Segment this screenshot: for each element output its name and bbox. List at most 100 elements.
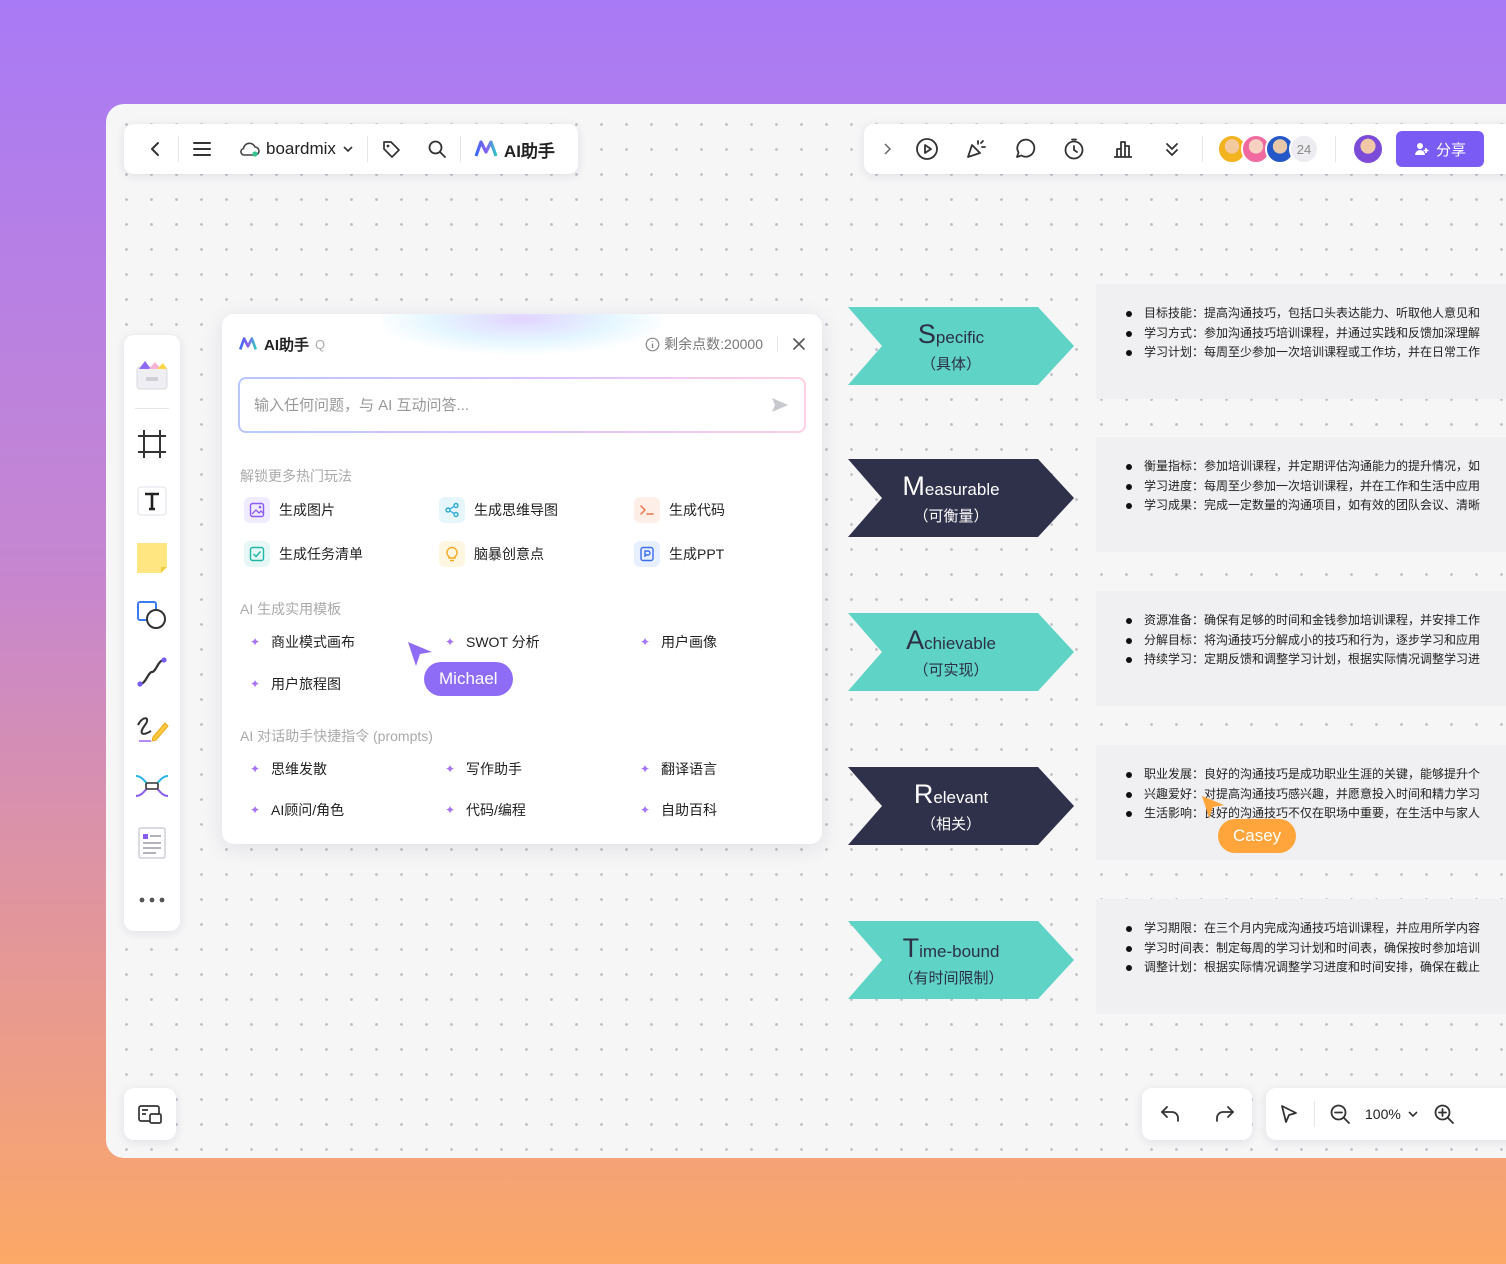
timer-button[interactable] <box>1049 124 1098 174</box>
smart-specific-details[interactable]: 目标技能：提高沟通技巧，包括口头表达能力、听取他人意见和 学习方式：参加沟通技巧… <box>1096 284 1506 399</box>
template-tool[interactable] <box>124 345 180 402</box>
chevron-right-icon <box>881 142 893 156</box>
detail-bullet: 学习时间表：制定每周的学习计划和时间表，确保按时参加培训 <box>1126 939 1506 959</box>
chevron-title-rest: easurable <box>924 480 1000 499</box>
smart-achievable-details[interactable]: 资源准备：确保有足够的时间和金钱参加培训课程，并安排工作 分解目标：将沟通技巧分… <box>1096 591 1506 706</box>
zoom-level[interactable]: 100% <box>1365 1106 1401 1122</box>
pointer-icon[interactable] <box>1278 1103 1300 1125</box>
share-button[interactable]: 分享 <box>1396 131 1485 167</box>
zoom-controls: 100% <box>1266 1088 1506 1140</box>
template-option[interactable]: ✦ SWOT 分析 <box>443 632 540 652</box>
back-button[interactable] <box>134 124 178 174</box>
detail-bullet: 学习计划：每周至少参加一次培训课程或工作坊，并在日常工作 <box>1126 343 1506 363</box>
template-option[interactable]: ✦ 用户画像 <box>638 632 717 652</box>
sticky-note-tool[interactable] <box>124 529 180 586</box>
more-tools-button[interactable] <box>1147 124 1196 174</box>
expand-toolbar-button[interactable] <box>872 124 902 174</box>
smart-specific-chevron[interactable]: Specific （具体） <box>848 307 1074 385</box>
share-nodes-icon <box>439 497 465 523</box>
collaborator-avatars[interactable]: 24 <box>1217 134 1319 164</box>
tool-palette <box>124 335 180 931</box>
template-option[interactable]: ✦ 用户旅程图 <box>248 674 341 694</box>
template-option[interactable]: ✦ 商业模式画布 <box>248 632 355 652</box>
prompt-option[interactable]: ✦ 翻译语言 <box>638 759 717 779</box>
mindmap-tool[interactable] <box>124 757 180 814</box>
smart-measurable-chevron[interactable]: Measurable （可衡量） <box>848 459 1074 537</box>
generate-task-list-option[interactable]: 生成任务清单 <box>244 541 363 567</box>
ai-assistant-button[interactable]: AI助手 <box>461 124 568 174</box>
chevron-initial: R <box>913 779 934 809</box>
terminal-icon <box>634 497 660 523</box>
option-label: AI顾问/角色 <box>271 802 345 818</box>
smart-relevant-chevron[interactable]: Relevant （相关） <box>848 767 1074 845</box>
connector-tool[interactable] <box>124 643 180 700</box>
ai-dialog-title: AI助手 <box>264 336 310 354</box>
option-label: 用户旅程图 <box>271 676 341 692</box>
prompt-option[interactable]: ✦ 思维发散 <box>248 759 327 779</box>
frame-tool[interactable] <box>124 415 180 472</box>
close-icon[interactable] <box>792 337 806 351</box>
option-label: 生成PPT <box>669 546 725 562</box>
window-frame: boardmix AI助手 24 分享 100% AI助手 Q 剩余点数:200… <box>0 0 1506 1264</box>
pen-tool[interactable] <box>124 700 180 757</box>
smart-timebound-chevron[interactable]: Time-bound （有时间限制） <box>848 921 1074 999</box>
detail-bullet: 衡量指标：参加培训课程，并定期评估沟通能力的提升情况，如 <box>1126 457 1506 477</box>
minimap-icon <box>138 1104 162 1124</box>
history-controls <box>1142 1088 1252 1140</box>
brainstorm-option[interactable]: 脑暴创意点 <box>439 541 544 567</box>
divider <box>1202 136 1203 162</box>
generate-mindmap-option[interactable]: 生成思维导图 <box>439 497 558 523</box>
smart-achievable-chevron[interactable]: Achievable （可实现） <box>848 613 1074 691</box>
pen-icon <box>135 713 169 745</box>
sparkle-icon: ✦ <box>639 803 651 817</box>
chevron-down-icon[interactable] <box>1407 1108 1419 1120</box>
prompt-option[interactable]: ✦ 代码/编程 <box>443 800 526 820</box>
vote-button[interactable] <box>1098 124 1147 174</box>
user-avatar[interactable] <box>1352 133 1384 165</box>
minimap-button[interactable] <box>124 1088 176 1140</box>
option-label: 自助百科 <box>661 802 717 818</box>
tag-button[interactable] <box>368 124 414 174</box>
zoom-in-icon[interactable] <box>1433 1103 1455 1125</box>
detail-bullet: 分解目标：将沟通技巧分解成小的技巧和行为，逐步学习和应用 <box>1126 631 1506 651</box>
prompt-option[interactable]: ✦ 写作助手 <box>443 759 522 779</box>
sparkle-icon: ✦ <box>444 803 456 817</box>
shape-tool[interactable] <box>124 586 180 643</box>
more-tools-button[interactable] <box>124 871 180 928</box>
generate-code-option[interactable]: 生成代码 <box>634 497 725 523</box>
smart-relevant-details[interactable]: 职业发展：良好的沟通技巧是成功职业生涯的关键，能够提升个 兴趣爱好：对提高沟通技… <box>1096 745 1506 860</box>
ai-logo-icon <box>474 140 498 158</box>
generate-ppt-option[interactable]: 生成PPT <box>634 541 724 567</box>
share-label: 分享 <box>1436 141 1467 159</box>
whiteboard-canvas[interactable]: boardmix AI助手 24 分享 100% AI助手 Q 剩余点数:200… <box>106 104 1506 1158</box>
sparkle-icon: ✦ <box>249 803 261 817</box>
text-icon <box>137 486 167 516</box>
menu-button[interactable] <box>179 124 225 174</box>
smart-timebound-details[interactable]: 学习期限：在三个月内完成沟通技巧培训课程，并应用所学内容 学习时间表：制定每周的… <box>1096 899 1506 1014</box>
brand-dropdown[interactable]: boardmix <box>225 124 367 174</box>
search-button[interactable] <box>414 124 460 174</box>
chevron-down-icon <box>342 143 354 155</box>
present-button[interactable] <box>902 124 951 174</box>
prompt-option[interactable]: ✦ AI顾问/角色 <box>248 800 344 820</box>
option-label: 生成任务清单 <box>279 546 363 562</box>
detail-bullet: 学习进度：每周至少参加一次培训课程，并在工作和生活中应用 <box>1126 477 1506 497</box>
ai-question-input[interactable] <box>254 396 770 414</box>
send-icon[interactable] <box>770 395 790 415</box>
generate-image-option[interactable]: 生成图片 <box>244 497 335 523</box>
undo-icon[interactable] <box>1159 1104 1181 1124</box>
table-tool[interactable] <box>124 814 180 871</box>
redo-icon[interactable] <box>1214 1104 1236 1124</box>
text-tool[interactable] <box>124 472 180 529</box>
smart-measurable-details[interactable]: 衡量指标：参加培训课程，并定期评估沟通能力的提升情况，如 学习进度：每周至少参加… <box>1096 437 1506 552</box>
chevron-title-rest: chievable <box>924 634 996 653</box>
prompt-option[interactable]: ✦ 自助百科 <box>638 800 717 820</box>
celebrate-button[interactable] <box>951 124 1000 174</box>
divider <box>1335 136 1336 162</box>
zoom-out-icon[interactable] <box>1329 1103 1351 1125</box>
comment-button[interactable] <box>1000 124 1049 174</box>
chevron-subtitle: （具体） <box>920 356 981 373</box>
sparkle-icon: ✦ <box>249 677 261 691</box>
ai-input-wrapper <box>238 377 806 433</box>
checkbox-icon <box>244 541 270 567</box>
